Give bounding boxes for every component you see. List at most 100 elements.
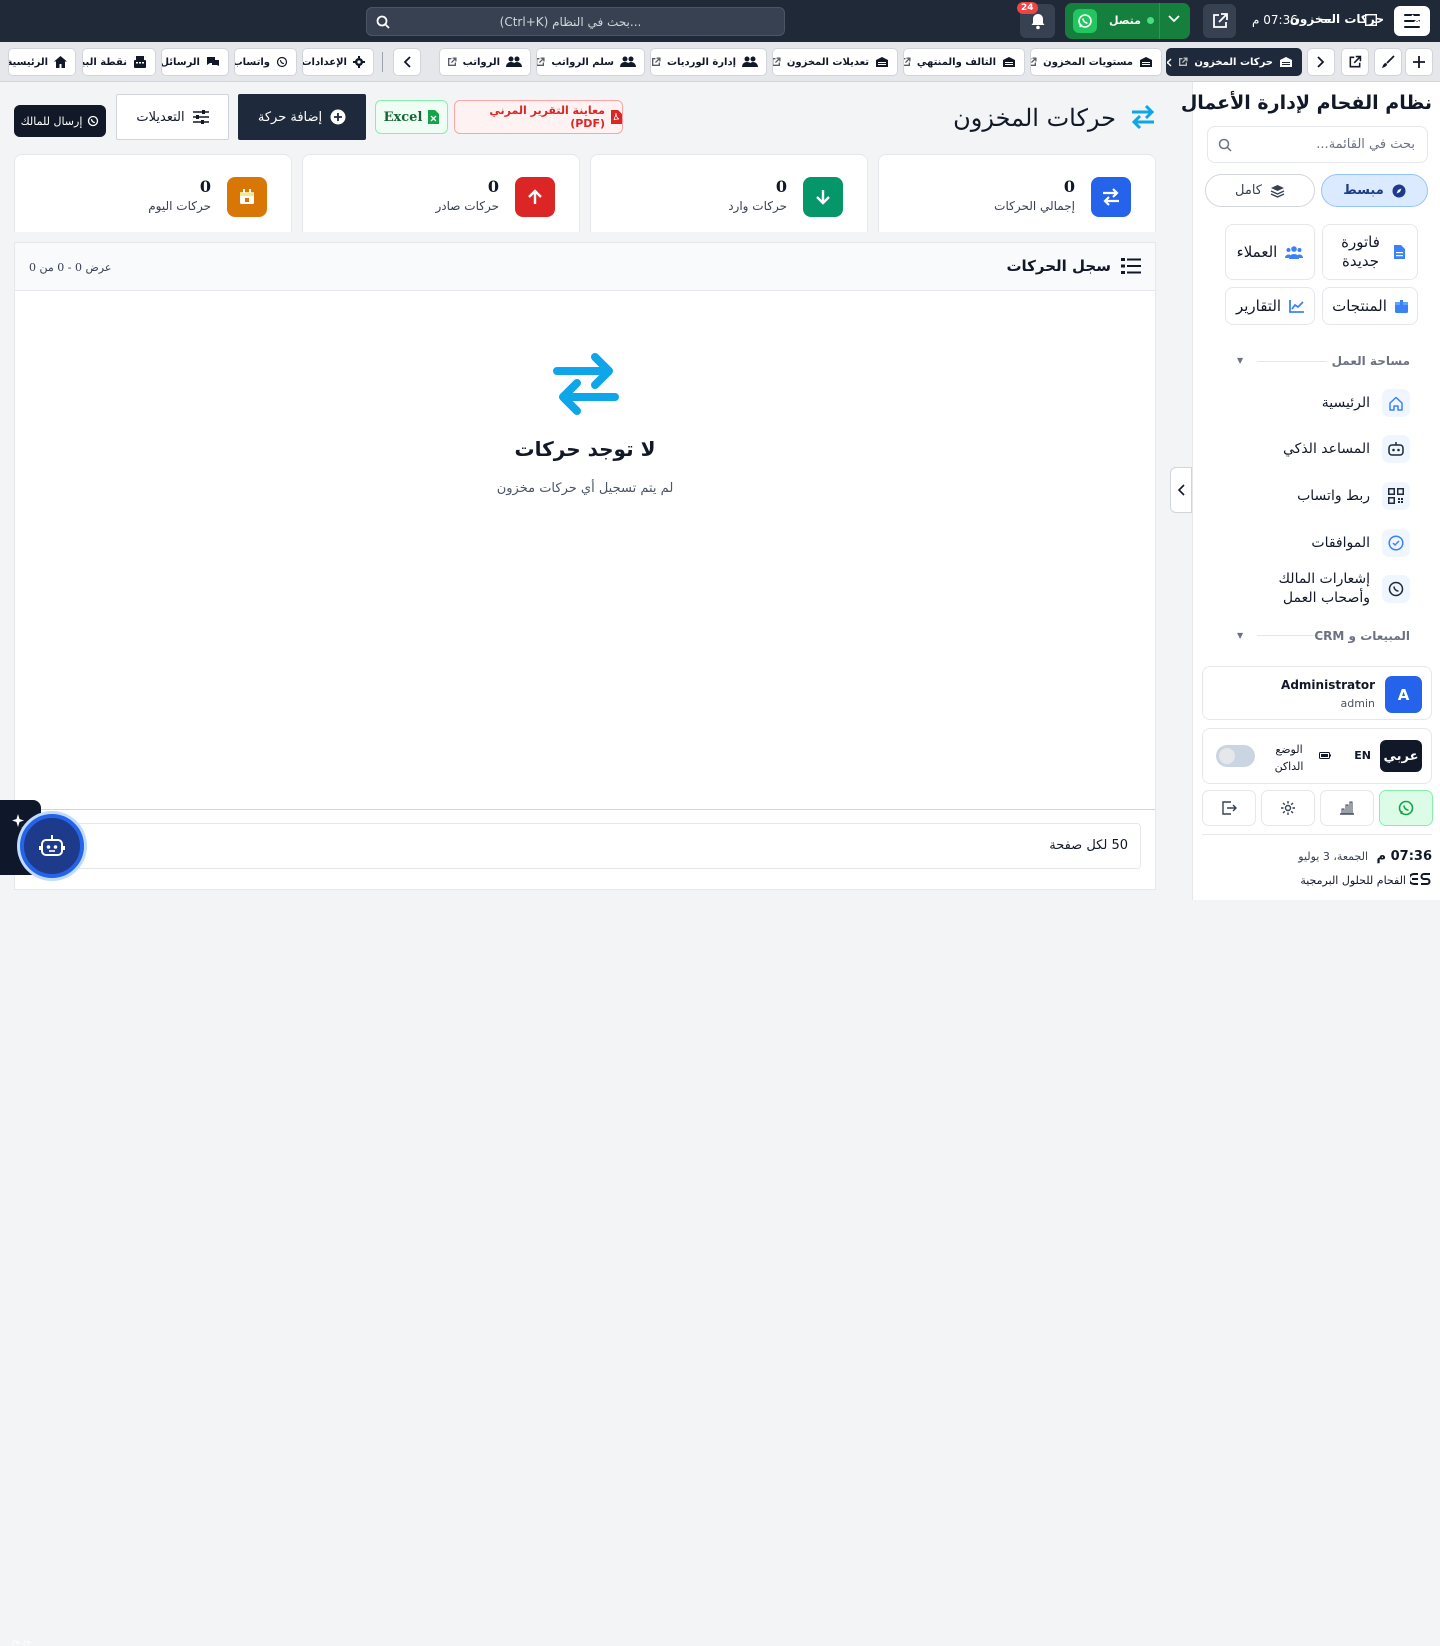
external-link-icon[interactable] (773, 57, 781, 67)
sidebar-item-whatsapp-link[interactable]: ربط واتساب (1220, 482, 1410, 510)
external-link-icon[interactable] (651, 57, 661, 67)
sidebar-item-label: الموافقات (1311, 534, 1370, 551)
caret-down-icon[interactable]: ▼ (1237, 356, 1243, 365)
menu-search-input[interactable] (1208, 127, 1427, 162)
tab-label: حركات المخزون (1194, 56, 1273, 68)
language-english-button[interactable]: EN (1354, 749, 1371, 762)
file-invoice-icon (1393, 245, 1405, 259)
minimize-button[interactable] (1315, 10, 1335, 30)
settings-button[interactable] (1261, 790, 1315, 826)
mode-simple-label: مبسط (1343, 183, 1384, 198)
external-link-icon[interactable] (904, 57, 911, 67)
excel-export-button[interactable]: Excel (375, 100, 448, 134)
language-arabic-button[interactable]: عربي (1380, 740, 1422, 772)
sliders-icon (192, 110, 209, 124)
quick-tab-home[interactable]: الرئيسية (8, 48, 76, 76)
tab-stock-adjustments[interactable]: تعديلات المخزون (772, 48, 898, 76)
quick-products[interactable]: المنتجات (1322, 287, 1418, 325)
tab-stock-movements[interactable]: حركات المخزون (1166, 48, 1302, 76)
chevron-left-icon (403, 56, 411, 68)
stats-button[interactable] (1320, 790, 1374, 826)
search-icon (376, 15, 390, 29)
global-search-input[interactable] (367, 8, 784, 35)
tabs-scroll-right-button[interactable] (1307, 48, 1335, 76)
chevron-down-icon[interactable] (1168, 15, 1180, 23)
chart-line-icon (1289, 299, 1305, 313)
per-page-value: 50 لكل صفحة (1049, 838, 1128, 853)
whatsapp-button[interactable] (1379, 790, 1433, 826)
maximize-button[interactable] (1361, 10, 1381, 30)
pin-tab-button[interactable] (1374, 48, 1402, 76)
stat-label: إجمالي الحركات (994, 199, 1075, 213)
external-link-icon[interactable] (537, 57, 545, 67)
bar-chart-icon (1339, 801, 1355, 815)
tab-salary-scale[interactable]: سلم الرواتب (536, 48, 645, 76)
quick-new-invoice[interactable]: فاتورة جديدة (1322, 224, 1418, 280)
adjustments-button[interactable]: التعديلات (116, 94, 229, 140)
quick-tab-messages[interactable]: الرسائل (161, 48, 229, 76)
global-search[interactable] (366, 7, 785, 36)
dark-mode-toggle[interactable] (1216, 745, 1255, 767)
close-tab-icon[interactable] (1167, 58, 1172, 67)
user-name: Administrator (1281, 678, 1375, 692)
open-tab-external-button[interactable] (1341, 48, 1369, 76)
open-external-button[interactable] (1203, 4, 1236, 38)
sidebar-item-assistant[interactable]: المساعد الذكي (1220, 435, 1410, 463)
plus-circle-icon (330, 109, 346, 125)
avatar: A (1385, 676, 1422, 713)
caret-down-icon[interactable]: ▼ (1237, 631, 1243, 640)
quick-tab-pos[interactable]: نقطة البيع (82, 48, 156, 76)
sidebar-item-home[interactable]: الرئيسية (1220, 389, 1410, 417)
per-page-select[interactable]: 50 لكل صفحة (75, 823, 1141, 869)
tab-label: نقطة البيع (83, 56, 127, 68)
close-window-button[interactable] (1407, 10, 1427, 30)
logout-button[interactable] (1202, 790, 1256, 826)
external-link-icon[interactable] (1178, 57, 1188, 67)
users-icon (742, 56, 758, 68)
sidebar-item-label: ربط واتساب (1297, 487, 1370, 504)
tab-stock-levels[interactable]: مستويات المخزون (1030, 48, 1162, 76)
section-sales-crm[interactable]: المبيعات و CRM (1314, 629, 1410, 643)
users-icon (1285, 245, 1304, 259)
whatsapp-status-button[interactable]: متصل (1065, 3, 1190, 39)
add-movement-button[interactable]: إضافة حركة (238, 94, 366, 140)
quick-reports[interactable]: التقارير (1225, 287, 1315, 325)
close-icon (1411, 14, 1423, 26)
stat-value: 0 (487, 177, 499, 196)
qr-code-icon (1382, 482, 1410, 510)
chevron-right-icon (1317, 56, 1325, 68)
menu-search[interactable] (1207, 126, 1428, 163)
new-tab-button[interactable] (1405, 48, 1433, 76)
pdf-preview-button[interactable]: معاينة التقرير المرني (PDF) (454, 100, 623, 134)
external-link-icon[interactable] (447, 57, 457, 67)
chat-icon (206, 56, 220, 68)
section-workspace[interactable]: مساحة العمل (1332, 354, 1410, 368)
quick-tab-settings[interactable]: الإعدادات (302, 48, 374, 76)
tab-shift-management[interactable]: إدارة الورديات (650, 48, 767, 76)
quick-tab-whatsapp[interactable]: واتساب (234, 48, 297, 76)
list-icon (1121, 257, 1141, 275)
mode-full-label: كامل (1235, 183, 1262, 198)
footer-date: الجمعة، 3 يوليو (1298, 850, 1368, 863)
page-title: حركات المخزون (953, 104, 1116, 132)
badge-check-icon (1382, 529, 1410, 557)
transfer-icon (1091, 177, 1131, 217)
mode-full-toggle[interactable]: كامل (1205, 174, 1315, 207)
mode-simple-toggle[interactable]: مبسط (1321, 174, 1428, 207)
sidebar-item-approvals[interactable]: الموافقات (1220, 529, 1410, 557)
notifications-button[interactable]: 24 (1017, 2, 1055, 38)
quick-customers[interactable]: العملاء (1225, 224, 1315, 280)
tab-label: تعديلات المخزون (786, 56, 869, 68)
ai-assistant-button[interactable] (20, 814, 84, 878)
sidebar-item-owner-notifications[interactable]: إشعارات المالك وأصحاب العمل (1220, 570, 1410, 608)
tab-salaries[interactable]: الرواتب (439, 48, 531, 76)
box-icon (1394, 299, 1408, 313)
tabs-scroll-left-button[interactable] (393, 48, 421, 76)
user-card[interactable]: A Administrator admin (1202, 666, 1432, 720)
send-to-owner-button[interactable]: إرسال للمالك (14, 105, 106, 137)
sidebar-collapse-button[interactable] (1170, 467, 1192, 513)
preferences-card: عربي EN الوضع الداكن (1202, 728, 1432, 784)
tab-damaged-expired[interactable]: التالف والمنتهي (903, 48, 1025, 76)
external-link-icon[interactable] (1031, 57, 1037, 67)
arrow-up-icon (515, 177, 555, 217)
